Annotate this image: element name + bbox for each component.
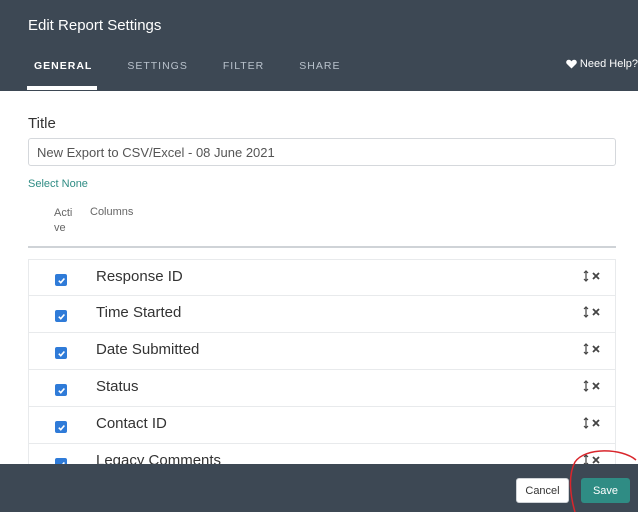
remove-icon[interactable] [592,345,600,353]
dialog-body: Title Select None Acti ve Columns Respon… [0,91,638,464]
dialog-title: Edit Report Settings [28,17,162,34]
columns-list: Response ID Time Started Date Submitted Sta… [28,259,616,464]
column-label: Response ID [96,268,183,285]
need-help-label: Need Help? [579,58,638,70]
row-actions [583,454,600,464]
save-button[interactable]: Save [581,478,630,503]
active-checkbox[interactable] [55,274,67,286]
drag-handle-icon[interactable] [583,306,589,318]
remove-icon[interactable] [592,382,600,390]
active-checkbox[interactable] [55,347,67,359]
column-label: Time Started [96,304,182,321]
tab-share[interactable]: SHARE [299,60,340,72]
drag-handle-icon[interactable] [583,270,589,282]
title-field-label: Title [28,115,56,132]
check-icon [57,313,65,320]
need-help-link[interactable]: Need Help? [566,58,638,70]
drag-handle-icon[interactable] [583,380,589,392]
drag-handle-icon[interactable] [583,343,589,355]
column-row: Date Submitted [28,333,616,370]
column-label: Status [96,378,139,395]
active-checkbox[interactable] [55,384,67,396]
column-row: Legacy Comments [28,444,616,464]
tab-bar: GENERAL SETTINGS FILTER SHARE [20,60,375,72]
check-icon [57,387,65,394]
column-row: Contact ID [28,407,616,444]
drag-handle-icon[interactable] [583,454,589,464]
row-actions [583,343,600,355]
dialog-footer: Cancel Save [0,464,638,512]
remove-icon[interactable] [592,419,600,427]
column-row: Response ID [28,259,616,296]
remove-icon[interactable] [592,456,600,464]
drag-handle-icon[interactable] [583,417,589,429]
heart-icon [566,59,577,69]
active-checkbox[interactable] [55,421,67,433]
row-actions [583,417,600,429]
select-none-link[interactable]: Select None [28,178,88,190]
remove-icon[interactable] [592,308,600,316]
remove-icon[interactable] [592,272,600,280]
column-row: Time Started [28,296,616,333]
tab-settings[interactable]: SETTINGS [127,60,188,72]
cancel-button[interactable]: Cancel [516,478,569,503]
column-header-columns: Columns [90,206,134,218]
column-label: Date Submitted [96,341,200,358]
header-divider [28,246,616,248]
tab-general[interactable]: GENERAL [34,60,92,72]
tab-filter[interactable]: FILTER [223,60,264,72]
row-actions [583,270,600,282]
title-input[interactable] [28,138,616,166]
dialog-header: Edit Report Settings GENERAL SETTINGS FI… [0,0,638,91]
column-label: Contact ID [96,415,167,432]
row-actions [583,306,600,318]
column-header-active: Acti ve [54,207,73,234]
check-icon [57,424,65,431]
check-icon [57,277,65,284]
active-checkbox[interactable] [55,310,67,322]
active-tab-indicator [27,86,97,90]
column-label: Legacy Comments [96,452,222,464]
column-row: Status [28,370,616,407]
check-icon [57,350,65,357]
row-actions [583,380,600,392]
